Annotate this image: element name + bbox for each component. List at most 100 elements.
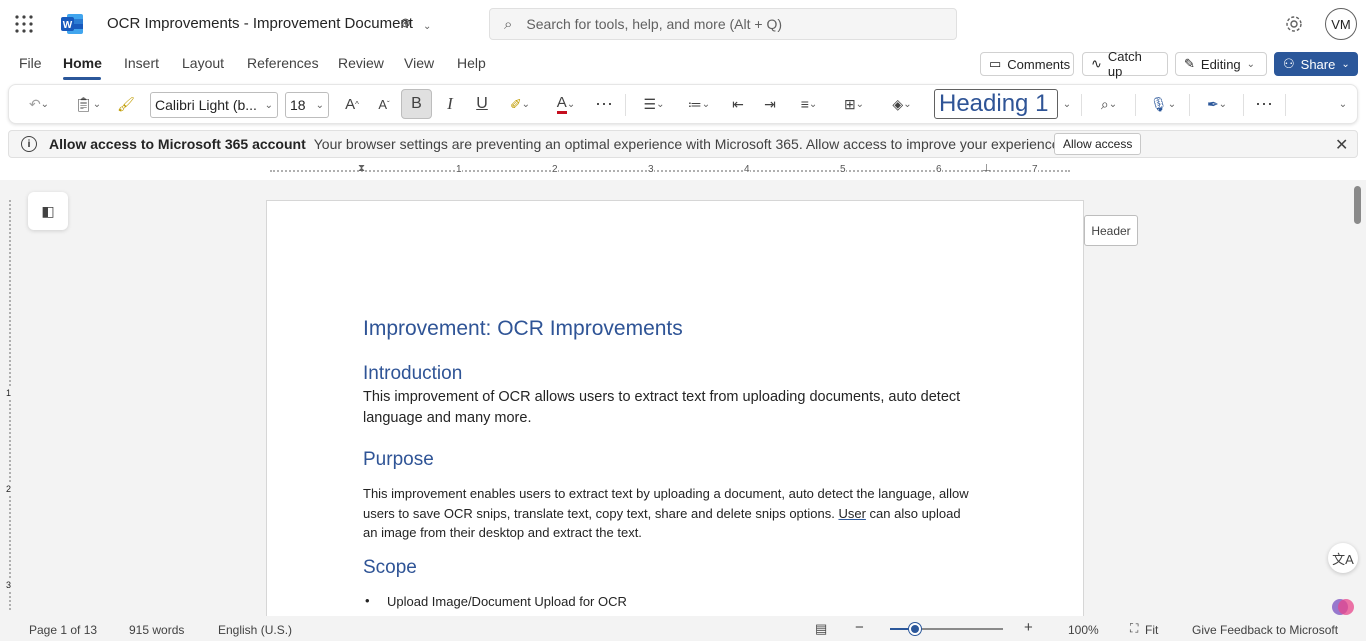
word-logo-icon[interactable]: W [60,13,84,38]
notification-message: Your browser settings are preventing an … [313,136,1064,152]
style-gallery-heading1[interactable]: Heading 1 [934,89,1058,119]
menu-file[interactable]: File [19,55,42,71]
navigation-pane-icon: ◧ [41,202,55,219]
paste-icon[interactable]: 📋︎ ⌄ [69,85,107,123]
word-count[interactable]: 915 words [129,623,184,637]
header-label[interactable]: Header [1084,215,1138,246]
heading-scope[interactable]: Scope [363,557,417,579]
menu-references[interactable]: References [247,55,319,71]
right-indent-marker[interactable]: ⊥ [982,163,991,174]
document-title[interactable]: OCR Improvements - Improvement Document [107,15,413,32]
app-launcher-icon[interactable] [14,14,34,37]
grow-font-icon[interactable]: A ^ [341,85,363,123]
feedback-link[interactable]: Give Feedback to Microsoft [1192,623,1338,637]
title-bar: W OCR Improvements - Improvement Documen… [0,0,1366,48]
title-chevron-down-icon[interactable]: ⌄ [423,16,431,32]
share-button[interactable]: ⚇ Share ⌄ [1274,52,1358,76]
chevron-down-icon: ⌄ [264,99,273,111]
list-item[interactable]: • Upload Image/Document Upload for OCR [365,593,627,609]
menu-view[interactable]: View [404,55,434,71]
heading-introduction[interactable]: Introduction [363,363,462,385]
editing-mode-button[interactable]: ✎ Editing ⌄ [1175,52,1267,76]
editor-icon[interactable]: ✒︎ ⌄ [1199,85,1235,123]
left-indent-marker[interactable]: ⧗ [358,163,365,174]
chevron-down-icon: ⌄ [1341,58,1350,70]
notification-title: Allow access to Microsoft 365 account [49,136,306,152]
search-input[interactable]: Search for tools, help, and more (Alt + … [526,16,782,32]
menu-insert[interactable]: Insert [124,55,159,71]
bullets-icon[interactable]: ☰ ⌄ [637,85,671,123]
share-label: Share [1300,56,1336,72]
pencil-icon: ✎ [1184,56,1195,71]
more-options-icon[interactable]: ⋯ [1253,85,1275,123]
horizontal-ruler[interactable]: ⧗ ⊥ 1 2 3 4 5 6 7 [270,163,1080,178]
divider [1135,94,1136,116]
close-icon[interactable]: ✕ [1335,135,1348,155]
menu-home[interactable]: Home [63,55,102,71]
allow-access-button[interactable]: Allow access [1054,133,1142,155]
status-bar: Page 1 of 13 915 words English (U.S.) ▤ … [0,616,1366,641]
autosave-status-icon[interactable]: ⊛ [400,15,411,31]
more-font-options-icon[interactable]: ⋯ [593,85,615,123]
comments-label: Comments [1007,56,1071,72]
font-name-select[interactable]: Calibri Light (b... ⌄ [150,92,278,118]
bold-button[interactable]: B [401,89,432,119]
translate-icon[interactable]: 文A [1328,543,1358,573]
search-box[interactable]: ⌕ Search for tools, help, and more (Alt … [489,8,957,40]
info-icon: i [21,136,37,152]
undo-icon[interactable]: ↶ ⌄ [21,85,57,123]
menu-layout[interactable]: Layout [182,55,224,71]
document-title[interactable]: Improvement: OCR Improvements [363,317,683,341]
vertical-scrollbar[interactable] [1354,186,1361,224]
shading-icon[interactable]: ◈ ⌄ [883,85,921,123]
catch-up-button[interactable]: ∿ Catch up [1082,49,1168,79]
italic-button[interactable]: I [439,85,461,123]
navigation-pane-button[interactable]: ◧ [28,192,68,230]
catch-up-label: Catch up [1107,49,1142,79]
comments-button[interactable]: ▭ Comments [980,52,1074,76]
highlight-icon[interactable]: ✐ ⌄ [503,85,537,123]
ruler-label: 2 [552,164,558,175]
underline-button[interactable]: U [471,85,493,123]
notification-bar: i Allow access to Microsoft 365 account … [8,130,1358,158]
menu-help[interactable]: Help [457,55,486,71]
active-tab-indicator [63,77,101,80]
heading-purpose[interactable]: Purpose [363,449,434,471]
document-page[interactable]: Improvement: OCR Improvements Introducti… [266,200,1084,630]
language-indicator[interactable]: English (U.S.) [218,623,292,637]
fit-icon[interactable]: ⛶ [1130,621,1138,636]
read-mode-icon[interactable]: ▤ [815,621,827,637]
fit-button[interactable]: Fit [1145,623,1158,637]
ruler-ticks [9,200,11,610]
font-color-button[interactable]: A ⌄ [549,85,583,123]
font-size-select[interactable]: 18 ⌄ [285,92,329,118]
list-item-text: Upload Image/Document Upload for OCR [387,594,627,609]
find-icon[interactable]: ⌕ ⌄ [1091,85,1127,123]
paragraph-introduction[interactable]: This improvement of OCR allows users to … [363,387,973,429]
zoom-out-icon[interactable]: − [855,619,864,636]
page-count[interactable]: Page 1 of 13 [29,623,97,637]
shrink-font-icon[interactable]: Aˇ [373,85,395,123]
zoom-slider-thumb[interactable] [909,623,921,635]
decrease-indent-icon[interactable]: ⇤ [727,85,749,123]
styles-chevron-down-icon[interactable]: ⌄ [1060,85,1074,123]
increase-indent-icon[interactable]: ⇥ [759,85,781,123]
user-avatar[interactable]: VM [1325,8,1357,40]
dictate-microphone-icon[interactable]: 🎙︎ ⌄ [1145,85,1181,123]
zoom-level[interactable]: 100% [1068,623,1099,637]
collapse-ribbon-chevron-icon[interactable]: ⌄ [1335,85,1351,123]
search-icon: ⌕ [504,15,513,33]
zoom-in-icon[interactable]: + [1024,619,1033,636]
paragraph-purpose[interactable]: This improvement enables users to extrac… [363,484,973,543]
format-painter-icon[interactable]: 🖌︎ [115,85,137,123]
vertical-ruler[interactable]: 1 2 3 [0,180,20,616]
align-icon[interactable]: ≡ ⌄ [791,85,827,123]
ribbon-toolbar: ↶ ⌄ 📋︎ ⌄ 🖌︎ Calibri Light (b... ⌄ 18 ⌄ A ^… [8,84,1358,124]
divider [1081,94,1082,116]
ruler-label: 3 [6,580,12,590]
numbering-icon[interactable]: ≔ ⌄ [681,85,717,123]
proofing-flagged-word[interactable]: User [838,506,865,521]
borders-icon[interactable]: ⊞ ⌄ [835,85,873,123]
menu-review[interactable]: Review [338,55,384,71]
settings-gear-icon[interactable] [1284,14,1304,37]
